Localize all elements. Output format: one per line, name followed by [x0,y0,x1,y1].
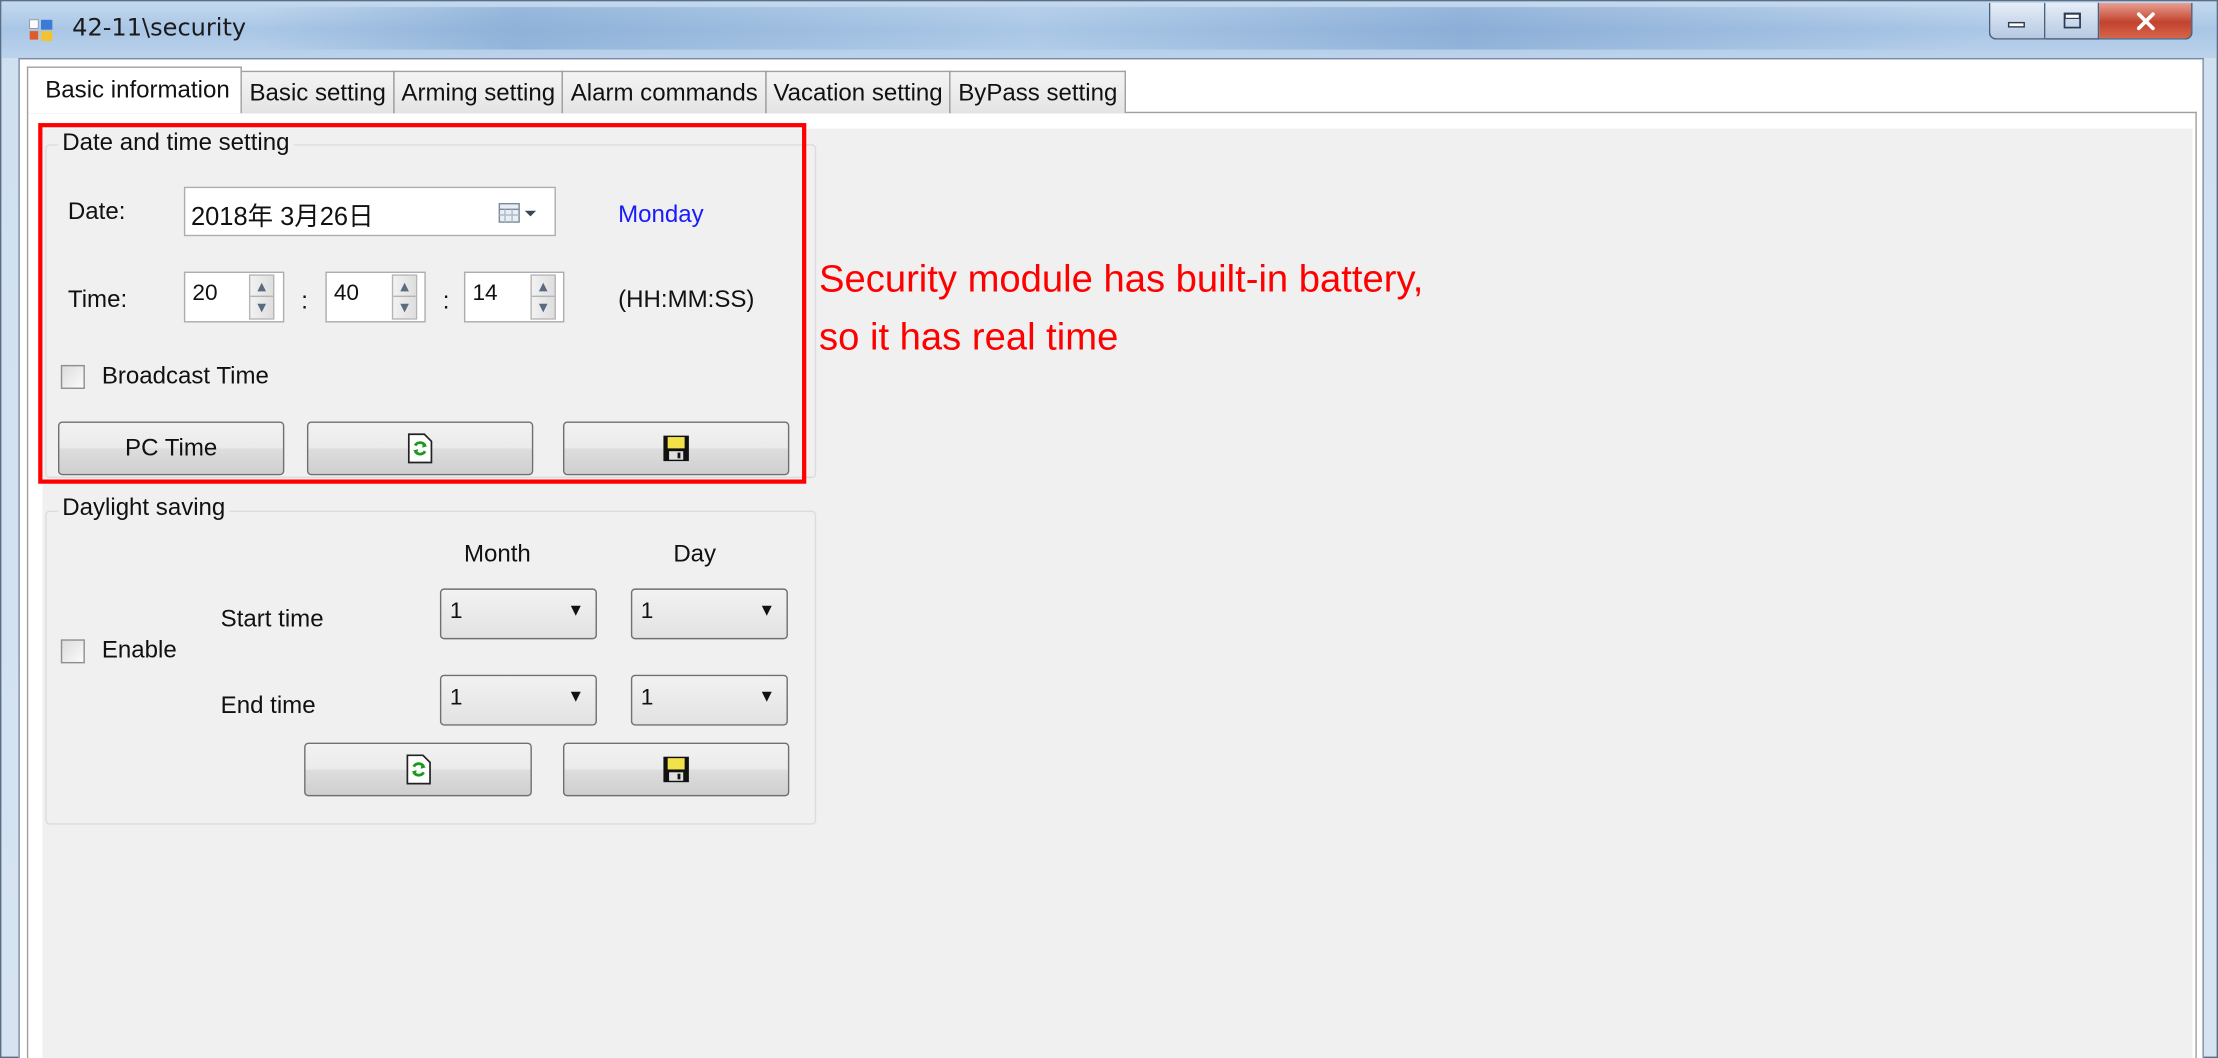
close-button[interactable] [2099,2,2193,40]
end-month-select[interactable]: 1 ▼ [439,674,597,726]
annotation-highlight-box [38,123,807,484]
tab-strip: Basic information Basic setting Arming s… [26,66,1126,114]
application-window: 42-11\security Basic information Basic s… [0,0,2218,1058]
tab-vacation-setting[interactable]: Vacation setting [764,70,952,114]
maximize-icon [2062,12,2081,29]
start-month-select[interactable]: 1 ▼ [439,588,597,640]
close-icon [2136,11,2155,30]
chevron-down-icon: ▼ [567,686,585,706]
tab-basic-information[interactable]: Basic information [26,66,243,114]
start-month-value: 1 [449,599,463,624]
save-disk-icon [663,756,689,783]
title-bar[interactable]: 42-11\security [1,1,2217,58]
chevron-down-icon: ▼ [567,599,585,620]
maximize-button[interactable] [2045,2,2100,40]
start-day-select[interactable]: 1 ▼ [630,588,788,640]
start-time-label: Start time [220,605,324,633]
tab-bypass-setting[interactable]: ByPass setting [949,70,1126,114]
month-column-header: Month [463,540,531,568]
refresh-icon [405,754,431,785]
tab-arming-setting[interactable]: Arming setting [392,70,564,114]
app-icon [29,19,53,42]
minimize-icon [2007,21,2025,27]
minimize-button[interactable] [1988,2,2046,40]
tab-basic-setting[interactable]: Basic setting [241,70,395,114]
daylight-refresh-button[interactable] [304,742,532,797]
annotation-line-2: so it has real time [819,315,1119,358]
end-day-value: 1 [640,686,654,711]
day-column-header: Day [673,540,717,568]
tab-alarm-commands[interactable]: Alarm commands [562,70,767,114]
end-time-label: End time [220,691,316,719]
annotation-line-1: Security module has built-in battery, [819,257,1424,300]
start-day-value: 1 [640,599,654,624]
daylight-enable-checkbox[interactable] [60,639,85,664]
chevron-down-icon: ▼ [758,686,776,706]
end-month-value: 1 [449,686,463,711]
daylight-group-label: Daylight saving [57,493,230,522]
daylight-save-button[interactable] [562,742,790,797]
annotation-text: Security module has built-in battery, so… [819,250,1423,366]
daylight-enable-label: Enable [101,636,177,664]
end-day-select[interactable]: 1 ▼ [630,674,788,726]
title-bar-glow [256,7,1982,50]
chevron-down-icon: ▼ [758,599,776,620]
window-title: 42-11\security [72,14,247,43]
